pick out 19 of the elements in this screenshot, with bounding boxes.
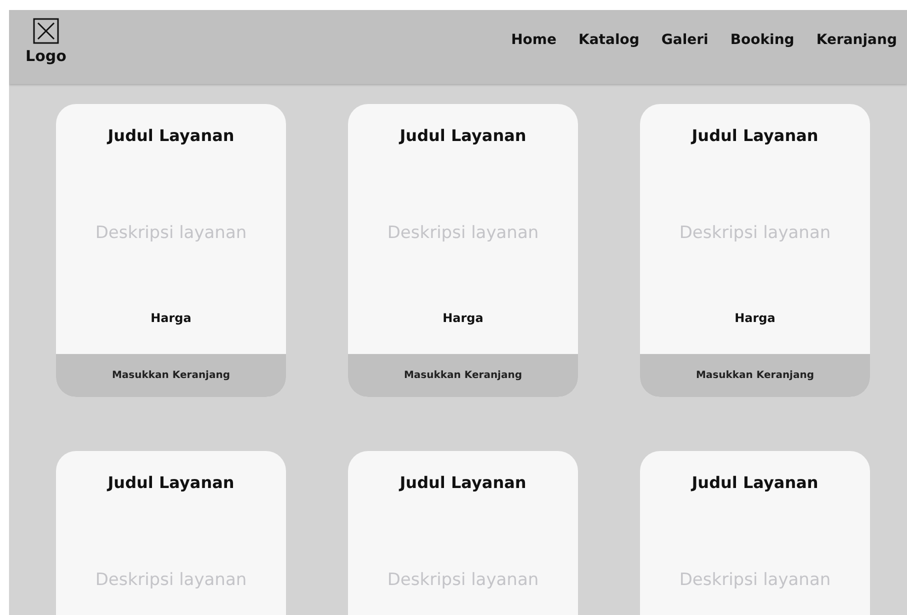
nav-link[interactable]: Katalog (578, 30, 640, 51)
nav-link[interactable]: Booking (730, 30, 794, 51)
logo-label: Logo (26, 47, 66, 65)
add-to-cart-button[interactable]: Masukkan Keranjang (348, 354, 578, 397)
card-title: Judul Layanan (108, 473, 234, 493)
add-to-cart-button[interactable]: Masukkan Keranjang (56, 354, 286, 397)
price-label: Harga (150, 310, 192, 326)
add-to-cart-button[interactable]: Masukkan Keranjang (640, 354, 870, 397)
nav-link[interactable]: Home (511, 30, 557, 51)
nav-link[interactable]: Keranjang (816, 30, 897, 51)
nav-link[interactable]: Galeri (661, 30, 708, 51)
card-title: Judul Layanan (108, 126, 234, 146)
price-label: Harga (442, 310, 484, 326)
card-title: Judul Layanan (400, 473, 526, 493)
logo-placeholder-icon (33, 18, 59, 44)
card-title: Judul Layanan (692, 473, 818, 493)
card-title: Judul Layanan (400, 126, 526, 146)
price-label: Harga (734, 310, 776, 326)
card-title: Judul Layanan (692, 126, 818, 146)
